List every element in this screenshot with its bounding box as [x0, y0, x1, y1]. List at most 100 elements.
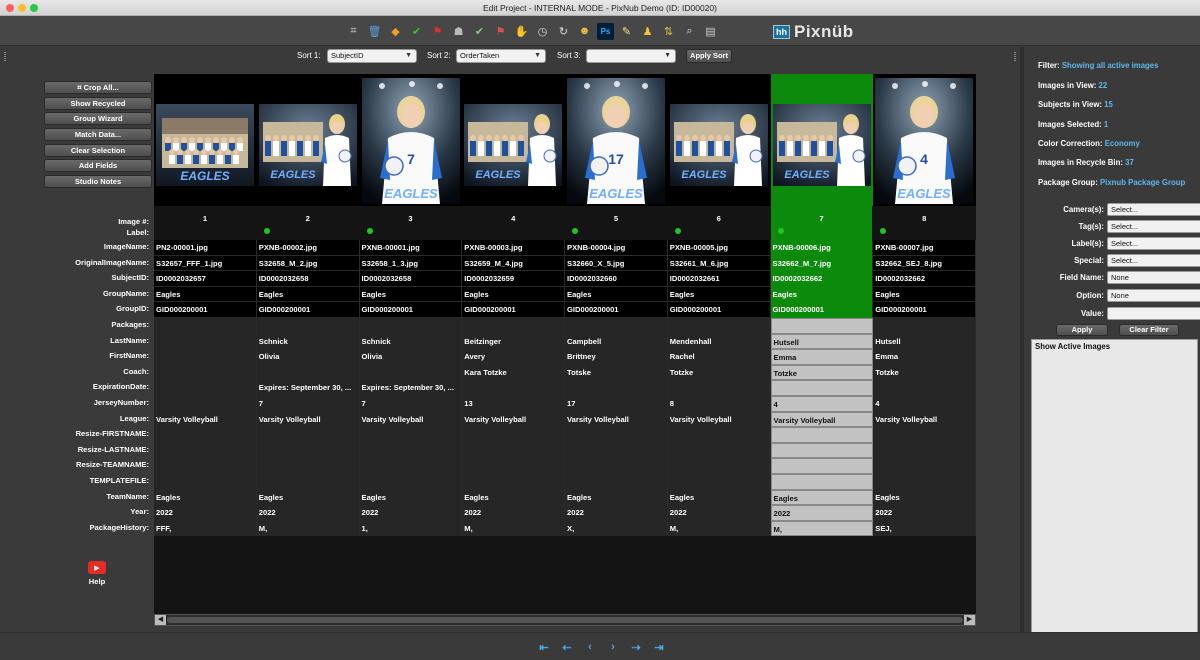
help-button[interactable]: ▶ Help — [88, 561, 106, 586]
field-cell[interactable]: ID0002032659 — [462, 271, 565, 287]
minimize-window-icon[interactable] — [18, 4, 26, 12]
label-dot-icon[interactable] — [263, 228, 270, 234]
field-cell[interactable]: Avery — [462, 349, 565, 365]
photo-thumbnail[interactable]: EAGLES — [669, 104, 768, 188]
field-cell[interactable] — [154, 333, 257, 350]
close-window-icon[interactable] — [6, 4, 14, 12]
field-cell[interactable]: S32659_M_4.jpg — [462, 255, 565, 272]
field-cell[interactable] — [873, 380, 976, 396]
prev-page-button[interactable]: ⇠ — [561, 641, 573, 654]
field-cell[interactable] — [359, 474, 463, 490]
field-cell[interactable] — [154, 442, 257, 459]
sort1-select[interactable]: SubjectID ▼ — [327, 49, 417, 63]
field-cell[interactable]: 2022 — [462, 505, 565, 521]
value-input[interactable] — [1107, 307, 1200, 320]
field-cell[interactable] — [462, 442, 565, 459]
field-cell[interactable]: S32662_SEJ_8.jpg — [873, 255, 976, 272]
field-cell[interactable]: PXNB-00002.jpg — [257, 240, 360, 256]
field-cell[interactable]: Varsity Volleyball — [256, 411, 360, 428]
label-dot-icon[interactable] — [366, 228, 373, 234]
field-cell[interactable] — [770, 474, 874, 490]
field-cell[interactable] — [667, 458, 771, 474]
field-cell[interactable]: 1, — [359, 520, 463, 537]
field-cell[interactable]: GID000200001 — [873, 302, 976, 318]
sort3-select[interactable]: ▼ — [586, 49, 676, 63]
field-cell[interactable] — [770, 458, 874, 474]
field-cell[interactable] — [256, 318, 360, 334]
field-cell[interactable] — [667, 474, 771, 490]
field-cell[interactable]: ID0002032658 — [360, 271, 463, 287]
field-cell[interactable] — [256, 364, 360, 381]
field-cell[interactable] — [770, 442, 874, 459]
field-cell[interactable]: 2022 — [770, 505, 874, 521]
filter-result-list[interactable]: Show Active Images — [1031, 339, 1198, 633]
field-cell[interactable]: Eagles — [462, 286, 565, 303]
add-fields-button[interactable]: Add Fields — [44, 159, 152, 173]
group-flag-icon[interactable]: ⚑ — [492, 23, 509, 40]
field-cell[interactable]: 17 — [565, 396, 668, 412]
field-cell[interactable]: PN2-00001.jpg — [154, 240, 257, 256]
field-cell[interactable] — [256, 474, 360, 490]
field-cell[interactable]: GID000200001 — [565, 302, 668, 318]
cameras-select[interactable]: Select... — [1107, 203, 1200, 216]
field-cell[interactable]: 2022 — [873, 505, 976, 521]
image-column[interactable]: EAGLES — [770, 74, 873, 206]
field-cell[interactable] — [873, 318, 976, 334]
group-wizard-button[interactable]: Group Wizard — [44, 112, 152, 126]
field-cell[interactable] — [565, 318, 668, 334]
field-cell[interactable]: 2022 — [565, 505, 668, 521]
field-cell[interactable]: Eagles — [257, 286, 360, 303]
field-cell[interactable]: M, — [770, 520, 874, 537]
field-cell[interactable] — [462, 380, 565, 396]
image-column[interactable]: EAGLES — [462, 74, 564, 206]
field-cell[interactable] — [565, 427, 668, 443]
first-page-button[interactable]: ⇤ — [538, 641, 550, 654]
field-cell[interactable]: ID0002032658 — [257, 271, 360, 287]
field-cell[interactable] — [462, 427, 565, 443]
field-cell[interactable]: M, — [256, 520, 360, 537]
filter-result-item[interactable]: Show Active Images — [1035, 342, 1110, 351]
photo-thumbnail[interactable]: EAGLES — [772, 104, 871, 188]
field-cell[interactable]: Eagles — [462, 489, 565, 506]
field-cell[interactable] — [154, 474, 257, 490]
label-dot-icon[interactable] — [674, 228, 681, 234]
field-cell[interactable]: 8 — [667, 396, 771, 412]
field-cell[interactable]: GID000200001 — [462, 302, 565, 318]
field-name-select[interactable]: None▼ — [1107, 271, 1200, 284]
field-cell[interactable]: S32658_M_2.jpg — [257, 255, 360, 272]
tags-select[interactable]: Select... — [1107, 220, 1200, 233]
field-cell[interactable] — [667, 427, 771, 443]
field-cell[interactable]: GID000200001 — [257, 302, 360, 318]
scroll-thumb[interactable] — [167, 617, 963, 623]
field-cell[interactable]: S32658_1_3.jpg — [360, 255, 463, 272]
field-cell[interactable]: Eagles — [668, 286, 771, 303]
field-cell[interactable]: X, — [565, 520, 668, 537]
field-cell[interactable]: S32660_X_5.jpg — [565, 255, 668, 272]
users-icon[interactable]: ☗ — [450, 23, 467, 40]
image-column[interactable]: 17 EAGLES — [565, 74, 667, 206]
edit-icon[interactable]: ✎ — [618, 23, 635, 40]
field-cell[interactable]: PXNB-00007.jpg — [873, 240, 976, 256]
show-recycled-button[interactable]: Show Recycled — [44, 96, 152, 110]
label-dot-icon[interactable] — [777, 228, 784, 234]
field-cell[interactable]: Varsity Volleyball — [154, 411, 257, 428]
field-cell[interactable]: 7 — [256, 396, 360, 412]
last-page-button[interactable]: ⇥ — [653, 641, 665, 654]
photo-thumbnail[interactable]: EAGLES — [156, 104, 254, 188]
field-cell[interactable]: 2022 — [359, 505, 463, 521]
horizontal-scrollbar[interactable]: ◀ ▶ — [154, 614, 976, 626]
field-cell[interactable] — [462, 474, 565, 490]
photo-thumbnail[interactable]: 7 EAGLES — [361, 78, 460, 206]
field-cell[interactable]: Mendenhall — [667, 333, 771, 350]
label-dot-icon[interactable] — [572, 228, 578, 234]
field-cell[interactable]: Eagles — [667, 489, 771, 506]
field-cell[interactable]: Varsity Volleyball — [667, 411, 771, 428]
image-column[interactable]: EAGLES — [257, 74, 359, 206]
field-cell[interactable]: Totzke — [873, 364, 976, 381]
special-select[interactable]: Select... — [1107, 254, 1200, 267]
field-cell[interactable] — [667, 442, 771, 459]
field-cell[interactable]: ID0002032657 — [154, 271, 257, 287]
field-cell[interactable]: S32657_FFF_1.jpg — [154, 255, 257, 272]
page-icon[interactable]: ▤ — [702, 23, 719, 40]
option-select[interactable]: None▼ — [1107, 289, 1200, 302]
